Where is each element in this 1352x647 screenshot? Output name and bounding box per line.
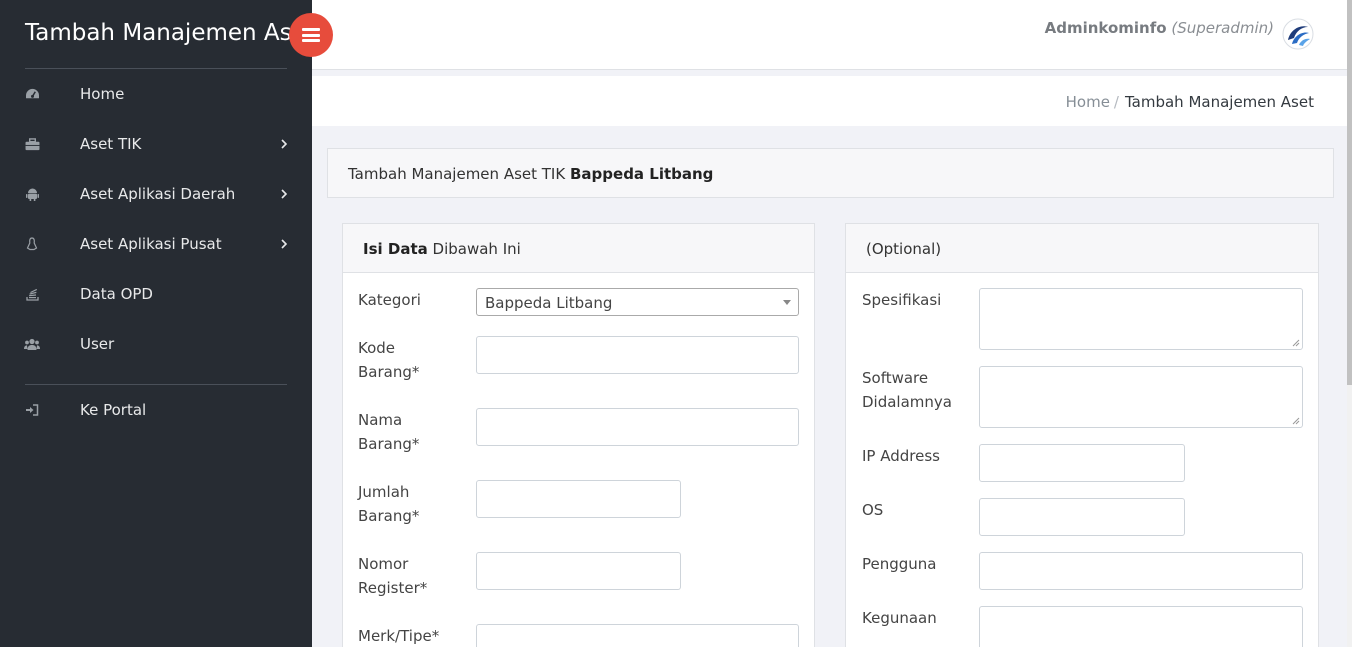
nomor-register-label-line1: Nomor bbox=[358, 555, 409, 573]
nama-barang-label-line2: Barang* bbox=[358, 435, 420, 453]
kategori-selected-value: Bappeda Litbang bbox=[485, 294, 613, 312]
dropdown-arrow-icon bbox=[783, 300, 791, 305]
breadcrumb-current: Tambah Manajemen Aset bbox=[1124, 93, 1314, 111]
briefcase-icon bbox=[24, 136, 40, 152]
panel-title-rest: Dibawah Ini bbox=[432, 240, 521, 258]
kode-barang-label-line1: Kode bbox=[358, 339, 396, 357]
sidebar-item-home[interactable]: Home bbox=[0, 74, 312, 114]
sidebar-item-label: Data OPD bbox=[80, 285, 153, 303]
breadcrumb-separator: / bbox=[1113, 93, 1119, 111]
nomor-register-label: Nomor Register* bbox=[358, 552, 427, 600]
scrollbar-thumb[interactable] bbox=[1347, 0, 1352, 385]
main-card-header: Tambah Manajemen Aset TIK Bappeda Litban… bbox=[327, 148, 1334, 198]
os-input[interactable] bbox=[979, 498, 1185, 536]
breadcrumb: Home / Tambah Manajemen Aset bbox=[1066, 93, 1314, 111]
kategori-select[interactable]: Bappeda Litbang bbox=[476, 288, 799, 316]
merk-tipe-input[interactable] bbox=[476, 624, 799, 647]
sidebar-item-label: Aset Aplikasi Daerah bbox=[80, 185, 236, 203]
ip-address-input[interactable] bbox=[979, 444, 1185, 482]
panel-title-bold: Isi Data bbox=[363, 240, 428, 258]
chevron-right-icon bbox=[281, 189, 288, 199]
software-label: Software Didalamnya bbox=[862, 366, 952, 414]
merk-tipe-label: Merk/Tipe* bbox=[358, 627, 440, 645]
pengguna-input[interactable] bbox=[979, 552, 1303, 590]
sidebar-item-data-opd[interactable]: Data OPD bbox=[0, 274, 312, 314]
sidebar-item-label: Aset Aplikasi Pusat bbox=[80, 235, 222, 253]
panel-header: (Optional) bbox=[846, 224, 1318, 273]
resize-grip-icon[interactable] bbox=[1292, 339, 1300, 347]
panel-title: (Optional) bbox=[866, 240, 942, 258]
spesifikasi-textarea[interactable] bbox=[979, 288, 1303, 350]
android-icon bbox=[24, 186, 40, 202]
kominfo-logo-icon bbox=[1282, 18, 1314, 50]
jumlah-barang-label-line2: Barang* bbox=[358, 507, 420, 525]
menu-icon bbox=[302, 28, 320, 42]
kategori-label: Kategori bbox=[358, 291, 421, 309]
user-menu[interactable]: Adminkominfo (Superadmin) bbox=[1045, 19, 1274, 37]
kode-barang-label-line2: Barang* bbox=[358, 363, 420, 381]
menu-toggle-button[interactable] bbox=[289, 13, 333, 57]
breadcrumb-home-link[interactable]: Home bbox=[1066, 93, 1110, 111]
app-title: Tambah Manajemen Aset bbox=[25, 20, 315, 46]
nama-barang-input[interactable] bbox=[476, 408, 799, 446]
breadcrumb-bar: Home / Tambah Manajemen Aset bbox=[312, 76, 1352, 126]
top-header: Adminkominfo (Superadmin) bbox=[312, 0, 1352, 70]
linux-icon bbox=[24, 236, 40, 252]
nama-barang-label-line1: Nama bbox=[358, 411, 403, 429]
sidebar-item-label: User bbox=[80, 335, 115, 353]
chevron-right-icon bbox=[281, 139, 288, 149]
sidebar-divider bbox=[25, 384, 287, 385]
ip-address-label: IP Address bbox=[862, 447, 940, 465]
page-title: Tambah Manajemen Aset TIK Bappeda Litban… bbox=[348, 165, 713, 183]
jumlah-barang-input[interactable] bbox=[476, 480, 681, 518]
nomor-register-input[interactable] bbox=[476, 552, 681, 590]
sidebar-item-label: Ke Portal bbox=[80, 401, 147, 419]
panel-header: Isi Data Dibawah Ini bbox=[343, 224, 814, 273]
sidebar-item-aset-aplikasi-pusat[interactable]: Aset Aplikasi Pusat bbox=[0, 224, 312, 264]
sidebar-item-user[interactable]: User bbox=[0, 324, 312, 364]
panel-title: Isi Data Dibawah Ini bbox=[363, 240, 521, 258]
spesifikasi-label: Spesifikasi bbox=[862, 291, 942, 309]
sidebar: Tambah Manajemen Aset Home Aset TIK Aset… bbox=[0, 0, 315, 647]
nama-barang-label: Nama Barang* bbox=[358, 408, 419, 456]
resize-grip-icon[interactable] bbox=[1292, 417, 1300, 425]
jumlah-barang-label: Jumlah Barang* bbox=[358, 480, 419, 528]
sidebar-item-label: Aset TIK bbox=[80, 135, 142, 153]
kegunaan-input[interactable] bbox=[979, 606, 1303, 647]
avatar[interactable] bbox=[1282, 18, 1314, 50]
software-label-line2: Didalamnya bbox=[862, 393, 952, 411]
pengguna-label: Pengguna bbox=[862, 555, 937, 573]
sidebar-item-label: Home bbox=[80, 85, 125, 103]
dashboard-icon bbox=[24, 86, 40, 102]
page-scrollbar[interactable] bbox=[1347, 0, 1352, 647]
nomor-register-label-line2: Register* bbox=[358, 579, 428, 597]
users-icon bbox=[24, 336, 40, 352]
os-label: OS bbox=[862, 501, 884, 519]
stack-icon bbox=[24, 286, 40, 302]
user-role: (Superadmin) bbox=[1171, 19, 1274, 37]
chevron-right-icon bbox=[281, 239, 288, 249]
sidebar-item-aset-aplikasi-daerah[interactable]: Aset Aplikasi Daerah bbox=[0, 174, 312, 214]
software-label-line1: Software bbox=[862, 369, 929, 387]
software-textarea[interactable] bbox=[979, 366, 1303, 428]
kegunaan-label: Kegunaan bbox=[862, 609, 937, 627]
page-title-org: Bappeda Litbang bbox=[569, 165, 714, 183]
kode-barang-label: Kode Barang* bbox=[358, 336, 419, 384]
sidebar-item-aset-tik[interactable]: Aset TIK bbox=[0, 124, 312, 164]
sidebar-divider bbox=[25, 68, 287, 69]
page-title-prefix: Tambah Manajemen Aset TIK bbox=[348, 165, 566, 183]
sign-in-icon bbox=[24, 402, 40, 418]
jumlah-barang-label-line1: Jumlah bbox=[358, 483, 410, 501]
kode-barang-input[interactable] bbox=[476, 336, 799, 374]
sidebar-item-ke-portal[interactable]: Ke Portal bbox=[0, 390, 312, 430]
user-name: Adminkominfo bbox=[1044, 19, 1167, 37]
